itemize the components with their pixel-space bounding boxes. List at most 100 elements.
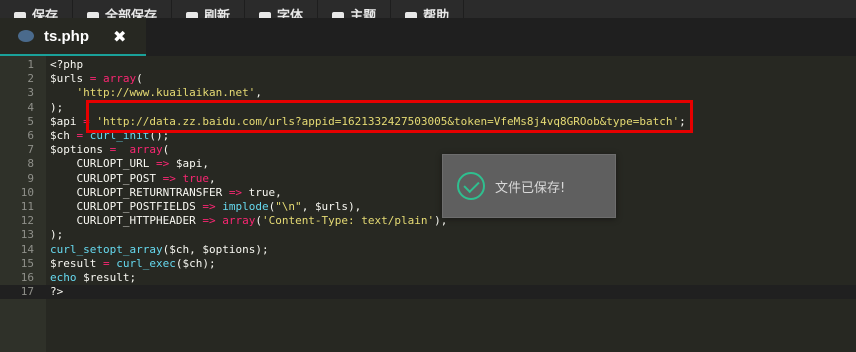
line-number: 4 <box>27 100 34 114</box>
code-line[interactable]: 13); <box>0 228 856 242</box>
code-line[interactable]: 1 <?php <box>0 58 856 72</box>
code-text: ?> <box>50 285 63 299</box>
code-text: $result = curl_exec($ch); <box>50 257 216 271</box>
code-token: $api <box>50 114 77 128</box>
code-text: echo $result; <box>50 271 136 285</box>
code-token: $urls <box>314 199 349 213</box>
code-line[interactable]: 7 $options = array( <box>0 143 856 157</box>
code-token: , <box>301 199 315 213</box>
toolbar-button-0[interactable]: 保存 <box>0 0 74 18</box>
code-token: 'Content-Type: text/plain' <box>261 214 435 228</box>
code-token: ); <box>50 228 64 242</box>
line-number: 14 <box>20 242 34 256</box>
toolbar-button-4[interactable]: 主题 <box>318 0 392 18</box>
code-text: 'http://www.kuailaikan.net', <box>50 86 262 100</box>
line-number: 6 <box>27 129 34 143</box>
code-text: <?php <box>50 58 83 72</box>
code-token: , <box>189 242 203 256</box>
code-token: => <box>228 185 243 199</box>
code-text: $options = array( <box>50 143 169 157</box>
line-number: 13 <box>20 228 34 242</box>
highlight-annotation-box <box>86 100 693 133</box>
line-number: 15 <box>20 256 34 270</box>
code-token: implode <box>222 199 269 213</box>
code-line[interactable]: 9 CURLOPT_POST => true, <box>0 172 856 186</box>
code-text: CURLOPT_POSTFIELDS => implode("\n", $url… <box>50 200 361 214</box>
line-number: 10 <box>20 185 34 199</box>
tab-bar: ts.php ✖ <box>0 18 856 56</box>
line-number: 7 <box>27 143 34 157</box>
line-number: 9 <box>27 171 34 185</box>
code-token: array <box>129 143 163 157</box>
line-number: 1 <box>27 58 34 72</box>
code-token: ); <box>255 242 269 256</box>
toolbar-button-3[interactable]: 字体 <box>245 0 319 18</box>
code-editor[interactable]: 1 <?php 2 $urls = array(3 'http://www.kuail… <box>0 56 856 352</box>
code-token: = <box>96 256 117 270</box>
code-line[interactable]: 16 echo $result; <box>0 271 856 285</box>
code-token: <?php <box>50 58 84 72</box>
code-lines[interactable]: 1 <?php 2 $urls = array(3 'http://www.kuail… <box>0 58 856 300</box>
close-icon[interactable]: ✖ <box>113 27 126 46</box>
code-token: curl_setopt_array <box>50 242 163 256</box>
code-token: => <box>202 199 216 213</box>
code-line[interactable]: 8 CURLOPT_URL => $api, <box>0 157 856 171</box>
code-token: => <box>155 157 170 171</box>
code-token: true <box>182 171 209 185</box>
code-token: , <box>202 157 209 171</box>
code-line[interactable]: 3 'http://www.kuailaikan.net', <box>0 86 856 100</box>
code-text: CURLOPT_URL => $api, <box>50 157 209 171</box>
php-file-icon <box>18 30 34 42</box>
code-token: => <box>162 171 176 185</box>
toolbar-button-label: 帮助 <box>423 9 450 18</box>
code-text: CURLOPT_POST => true, <box>50 171 216 186</box>
code-text: CURLOPT_HTTPHEADER => array('Content-Typ… <box>50 214 447 228</box>
code-line[interactable]: 12 CURLOPT_HTTPHEADER => array('Content-… <box>0 214 856 228</box>
code-text: $urls = array( <box>50 72 143 86</box>
code-token: CURLOPT_POSTFIELDS <box>50 199 203 213</box>
code-token: $api <box>175 157 203 171</box>
toolbar-button-1[interactable]: 全部保存 <box>73 0 173 18</box>
code-line[interactable]: 15 $result = curl_exec($ch); <box>0 257 856 271</box>
code-token: , <box>208 171 216 185</box>
code-line[interactable]: 10 CURLOPT_RETURNTRANSFER => true, <box>0 186 856 200</box>
code-token: array <box>222 214 256 228</box>
toast-message: 文件已保存! <box>495 180 566 196</box>
toolbar-button-label: 全部保存 <box>105 9 158 18</box>
code-line[interactable]: 2 $urls = array( <box>0 72 856 86</box>
code-token: echo <box>50 270 77 284</box>
toolbar-button-label: 保存 <box>32 9 59 18</box>
check-circle-icon <box>457 172 485 200</box>
code-token: = <box>102 143 130 157</box>
code-token: ); <box>202 256 216 270</box>
code-token: ?> <box>50 285 64 299</box>
save-toast: 文件已保存! <box>442 154 616 218</box>
tab-ts-php[interactable]: ts.php ✖ <box>0 18 146 56</box>
code-token: $ch <box>182 256 203 270</box>
line-number: 11 <box>20 199 34 213</box>
code-token: , <box>255 86 262 100</box>
code-line[interactable]: 11 CURLOPT_POSTFIELDS => implode("\n", $… <box>0 200 856 214</box>
code-token: $result <box>83 270 130 284</box>
code-token: array <box>103 72 137 86</box>
code-line[interactable]: 14 curl_setopt_array($ch, $options); <box>0 242 856 256</box>
code-token: CURLOPT_RETURNTRANSFER <box>50 185 229 199</box>
code-text: ); <box>50 228 63 242</box>
toolbar-button-2[interactable]: 刷新 <box>172 0 246 18</box>
line-number: 2 <box>27 72 34 86</box>
code-token: ; <box>129 270 137 284</box>
code-token: = <box>83 72 103 86</box>
code-line[interactable]: 17 ?> <box>0 285 856 300</box>
code-token: $options <box>50 143 103 157</box>
code-token: => <box>202 214 216 228</box>
code-token: $ch <box>50 129 70 143</box>
toolbar-button-label: 刷新 <box>204 9 231 18</box>
line-number: 16 <box>20 270 34 284</box>
toolbar-button-5[interactable]: 帮助 <box>391 0 465 18</box>
code-token: true, <box>242 185 282 199</box>
line-number: 12 <box>20 214 34 228</box>
code-token: ( <box>136 72 143 86</box>
code-token: CURLOPT_HTTPHEADER <box>50 214 203 228</box>
